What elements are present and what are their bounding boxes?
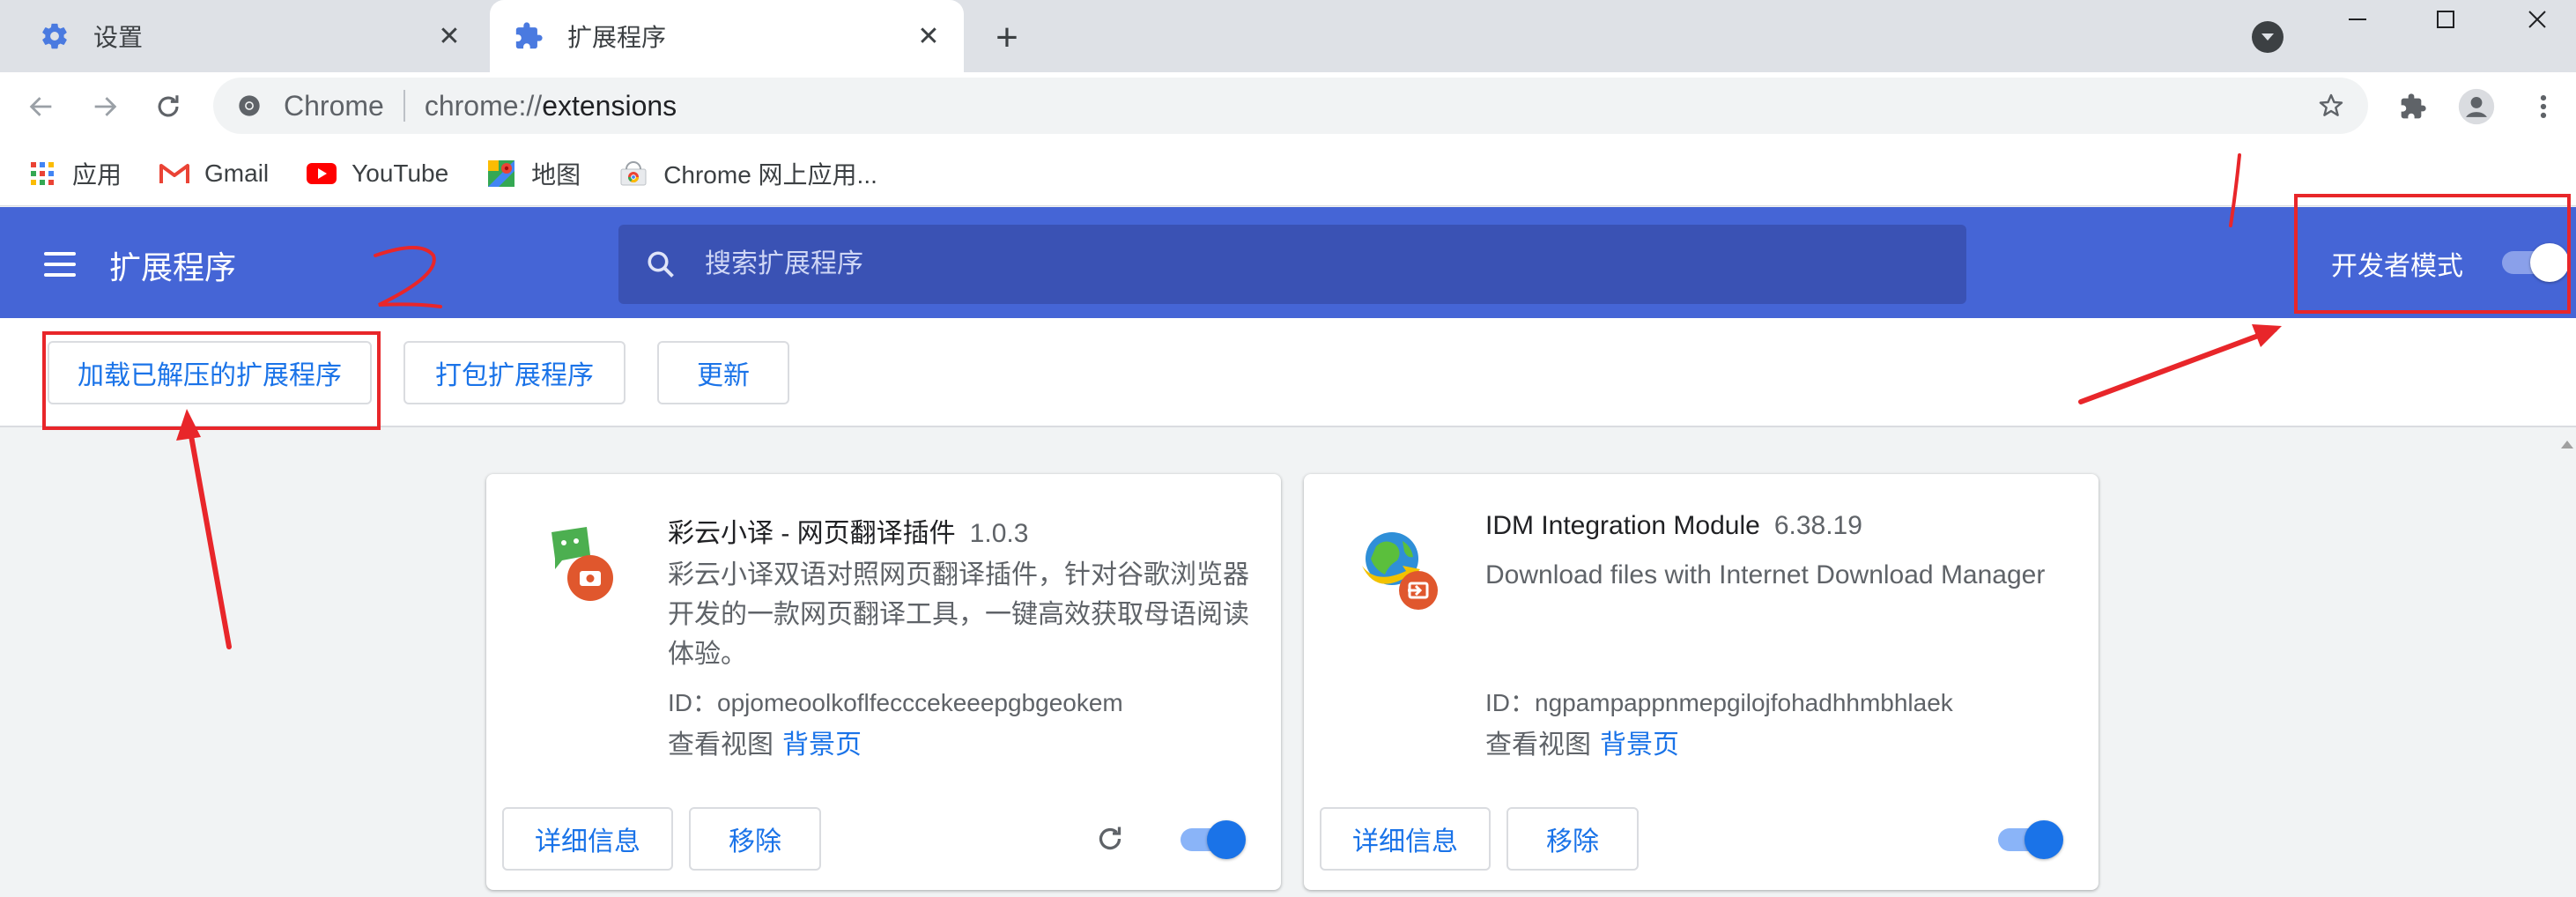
tab-extensions[interactable]: 扩展程序 ✕ [490,0,964,72]
tab-title: 设置 [93,24,144,51]
tab-settings[interactable]: 设置 ✕ [0,0,485,72]
profile-avatar-icon[interactable] [2454,85,2498,129]
extension-name: IDM Integration Module 6.38.19 [1485,511,1862,541]
bookmarks-bar: 应用 Gmail YouTube 地图 Chrome 网上应用... [0,141,2576,206]
back-arrow-icon[interactable] [19,85,63,129]
bookmark-label: Gmail [204,159,270,187]
bookmark-gmail[interactable]: Gmail [159,158,269,189]
extension-card: 彩云小译 - 网页翻译插件 1.0.3 彩云小译双语对照网页翻译插件，针对谷歌浏览… [486,474,1281,890]
kebab-menu-icon[interactable] [2521,85,2565,129]
bookmark-maps[interactable]: 地图 [485,156,581,191]
omnibox-divider [403,90,405,122]
bookmark-label: YouTube [352,159,449,187]
extension-title: 彩云小译 - 网页翻译插件 [668,519,956,548]
bookmark-webstore[interactable]: Chrome 网上应用... [618,156,877,191]
omnibox-scheme: chrome:// [424,89,543,122]
close-icon[interactable]: ✕ [909,17,948,56]
new-tab-button[interactable]: + [985,16,1029,60]
youtube-icon [306,158,337,189]
details-button[interactable]: 详细信息 [502,807,673,871]
minimize-icon[interactable] [2322,0,2393,39]
update-button[interactable]: 更新 [657,341,789,404]
extension-enable-toggle[interactable] [1181,820,1246,859]
inspect-views: 查看视图 背景页 [1485,723,1679,761]
chrome-icon [236,93,263,119]
window-close-icon[interactable] [2502,0,2572,39]
search-input[interactable] [705,249,1966,279]
bookmark-label: 地图 [531,160,581,189]
hamburger-menu-icon[interactable] [44,242,88,286]
inspect-views-label: 查看视图 [668,730,774,760]
page-title: 扩展程序 [109,249,237,285]
background-page-link[interactable]: 背景页 [1600,730,1679,760]
forward-arrow-icon[interactable] [83,85,127,129]
toggle-knob [2025,820,2063,859]
bookmark-label: Chrome 网上应用... [663,160,877,189]
bookmark-youtube[interactable]: YouTube [306,158,448,189]
search-box[interactable] [618,225,1966,304]
tab-search-icon[interactable] [2252,21,2284,53]
tab-strip: 设置 ✕ 扩展程序 ✕ + [0,0,2576,72]
toggle-knob [2530,243,2569,282]
puzzle-icon [509,17,548,56]
idm-globe-icon [1350,520,1447,617]
developer-mode-toggle[interactable] [2502,243,2569,282]
gmail-icon [159,158,190,189]
maps-icon [485,158,517,189]
chrome-webstore-icon [618,158,649,189]
inspect-views-label: 查看视图 [1485,730,1591,760]
bookmark-star-icon[interactable] [2315,90,2347,122]
gear-icon [35,17,74,56]
extension-card: IDM Integration Module 6.38.19 Download f… [1304,474,2099,890]
reload-icon[interactable] [146,85,190,129]
details-button[interactable]: 详细信息 [1320,807,1491,871]
background-page-link[interactable]: 背景页 [782,730,862,760]
extension-version: 6.38.19 [1773,511,1862,540]
extension-description: Download files with Internet Download Ma… [1485,560,2046,589]
pack-extension-button[interactable]: 打包扩展程序 [403,341,625,404]
omnibox-path: extensions [542,89,677,122]
extension-id: ID：opjomeoolkoflfecccekeeepgbgeokem [668,689,1123,716]
annotation-arrow-load [176,409,232,649]
extension-description: 彩云小译双语对照网页翻译插件，针对谷歌浏览器开发的一款网页翻译工具，一键高效获取… [668,560,1249,669]
extension-enable-toggle[interactable] [1998,820,2063,859]
caiyun-translate-icon [532,520,629,617]
extension-version: 1.0.3 [969,519,1029,548]
bookmark-apps[interactable]: 应用 [26,156,122,191]
omnibox-site: Chrome [284,89,384,122]
developer-mode-label: 开发者模式 [2331,252,2463,281]
search-icon [643,247,678,282]
extensions-puzzle-icon[interactable] [2391,85,2435,129]
close-icon[interactable]: ✕ [430,17,469,56]
toolbar: Chrome chrome://extensions [0,72,2576,141]
load-unpacked-button[interactable]: 加载已解压的扩展程序 [48,341,372,404]
remove-button[interactable]: 移除 [689,807,821,871]
scrollbar-up-arrow[interactable] [2558,435,2576,453]
developer-action-bar: 加载已解压的扩展程序 打包扩展程序 更新 [0,318,2576,427]
tab-title: 扩展程序 [567,24,667,51]
reload-icon[interactable] [1092,821,1128,856]
extension-id: ID：ngpampappnmepgilojfohadhhmbhlaek [1485,689,1953,716]
apps-grid-icon [26,158,58,189]
address-bar[interactable]: Chrome chrome://extensions [213,78,2368,134]
remove-button[interactable]: 移除 [1506,807,1639,871]
extension-name: 彩云小译 - 网页翻译插件 1.0.3 [668,511,1028,550]
extension-title: IDM Integration Module [1485,511,1760,540]
bookmark-label: 应用 [72,160,122,189]
extensions-header: 扩展程序 开发者模式 [0,207,2576,318]
toggle-knob [1207,820,1246,859]
maximize-icon[interactable] [2410,0,2481,39]
inspect-views: 查看视图 背景页 [668,723,862,761]
